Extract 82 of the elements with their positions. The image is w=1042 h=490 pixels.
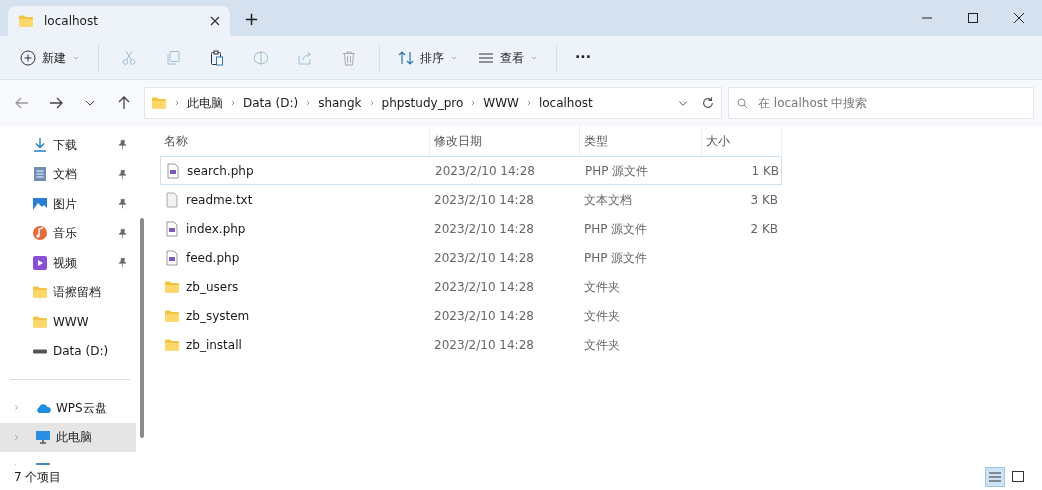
more-button[interactable]: ··· [567, 41, 599, 74]
view-button[interactable]: 查看 [470, 41, 546, 74]
file-row[interactable]: index.php 2023/2/10 14:28 PHP 源文件 2 KB [160, 214, 782, 243]
folder-tab[interactable]: localhost [8, 6, 230, 36]
sidebar-item[interactable]: 图片 [0, 189, 136, 219]
file-name: zb_users [186, 278, 239, 296]
monitor-icon [35, 429, 51, 446]
download-icon [32, 136, 48, 153]
sidebar-item[interactable]: Data (D:) [0, 336, 136, 366]
file-date: 2023/2/10 14:28 [433, 278, 535, 296]
file-type: 文件夹 [583, 336, 621, 354]
new-tab-button[interactable]: + [230, 4, 274, 32]
sidebar-item[interactable]: 语擦留档 [0, 277, 136, 307]
file-type: 文本文档 [583, 191, 633, 209]
breadcrumb-item[interactable]: shangk [318, 94, 362, 112]
file-row[interactable]: readme.txt 2023/2/10 14:28 文本文档 3 KB [160, 185, 782, 214]
sidebar-item[interactable]: WPS云盘 [0, 393, 136, 423]
item-count: 7 个项目 [14, 469, 62, 486]
chevron-right-icon [173, 99, 181, 107]
chevron-right-icon [12, 432, 21, 442]
video-icon [32, 254, 48, 271]
file-name: index.php [186, 220, 246, 238]
folder-icon [32, 284, 48, 301]
file-date: 2023/2/10 14:28 [433, 336, 535, 354]
address-bar[interactable]: 此电脑 Data (D:) shangk phpstudy_pro WWW localhost [144, 87, 722, 119]
folder-icon [18, 13, 34, 29]
close-icon[interactable] [210, 16, 220, 26]
chevron-right-icon [12, 403, 21, 413]
breadcrumb-item[interactable]: Data (D:) [243, 94, 299, 112]
sort-arrows-icon [398, 49, 414, 66]
file-date: 2023/2/10 14:28 [433, 249, 535, 267]
drive-icon [32, 348, 48, 354]
scrollbar-thumb[interactable] [140, 218, 144, 438]
file-row[interactable]: zb_system 2023/2/10 14:28 文件夹 [160, 301, 782, 330]
new-button[interactable]: 新建 [12, 41, 88, 74]
file-size: 2 KB [749, 220, 779, 238]
file-row[interactable]: zb_install 2023/2/10 14:28 文件夹 [160, 330, 782, 359]
folder-icon [151, 95, 167, 111]
file-type: PHP 源文件 [583, 249, 649, 267]
search-field[interactable]: 在 localhost 中搜索 [728, 87, 1034, 119]
refresh-icon [701, 96, 715, 110]
sidebar-item[interactable]: 文档 [0, 159, 136, 189]
document-icon [32, 166, 48, 183]
php-file-icon [165, 162, 181, 179]
file-size: 1 KB [750, 162, 780, 180]
sidebar-item[interactable]: 视频 [0, 248, 136, 278]
file-name: zb_system [186, 307, 250, 325]
php-file-icon [164, 249, 180, 266]
sort-button[interactable]: 排序 [390, 41, 466, 74]
picture-icon [32, 195, 48, 212]
file-name: readme.txt [186, 191, 253, 209]
search-icon [737, 97, 748, 109]
file-date: 2023/2/10 14:28 [433, 220, 535, 238]
file-row[interactable]: search.php 2023/2/10 14:28 PHP 源文件 1 KB [160, 156, 782, 185]
file-name: feed.php [186, 249, 240, 267]
sidebar-item[interactable]: 此电脑 [0, 422, 136, 452]
file-name: search.php [187, 162, 254, 180]
breadcrumb-item[interactable]: localhost [538, 94, 593, 112]
search-placeholder: 在 localhost 中搜索 [758, 95, 868, 112]
breadcrumb-item[interactable]: 此电脑 [187, 94, 223, 112]
file-type: 文件夹 [583, 278, 621, 296]
file-row[interactable]: feed.php 2023/2/10 14:28 PHP 源文件 [160, 243, 782, 272]
tab-title: localhost [44, 13, 98, 30]
plus-circle-icon [20, 49, 36, 66]
file-date: 2023/2/10 14:28 [434, 162, 536, 180]
file-size: 3 KB [749, 191, 779, 209]
sidebar-item[interactable]: 音乐 [0, 218, 136, 248]
breadcrumb-item[interactable]: WWW [483, 94, 519, 112]
sidebar-item[interactable]: WWW [0, 307, 136, 337]
file-date: 2023/2/10 14:28 [433, 307, 535, 325]
breadcrumb-item[interactable]: phpstudy_pro [381, 94, 464, 112]
file-type: 文件夹 [583, 307, 621, 325]
file-type: PHP 源文件 [583, 220, 649, 238]
file-type: PHP 源文件 [584, 162, 650, 180]
file-row[interactable]: zb_users 2023/2/10 14:28 文件夹 [160, 272, 782, 301]
file-date: 2023/2/10 14:28 [433, 191, 535, 209]
text-file-icon [164, 191, 180, 208]
music-icon [32, 225, 48, 242]
php-file-icon [164, 220, 180, 237]
chevron-right-icon [229, 99, 237, 107]
sidebar-item[interactable]: 下载 [0, 130, 136, 160]
file-name: zb_install [186, 336, 242, 354]
